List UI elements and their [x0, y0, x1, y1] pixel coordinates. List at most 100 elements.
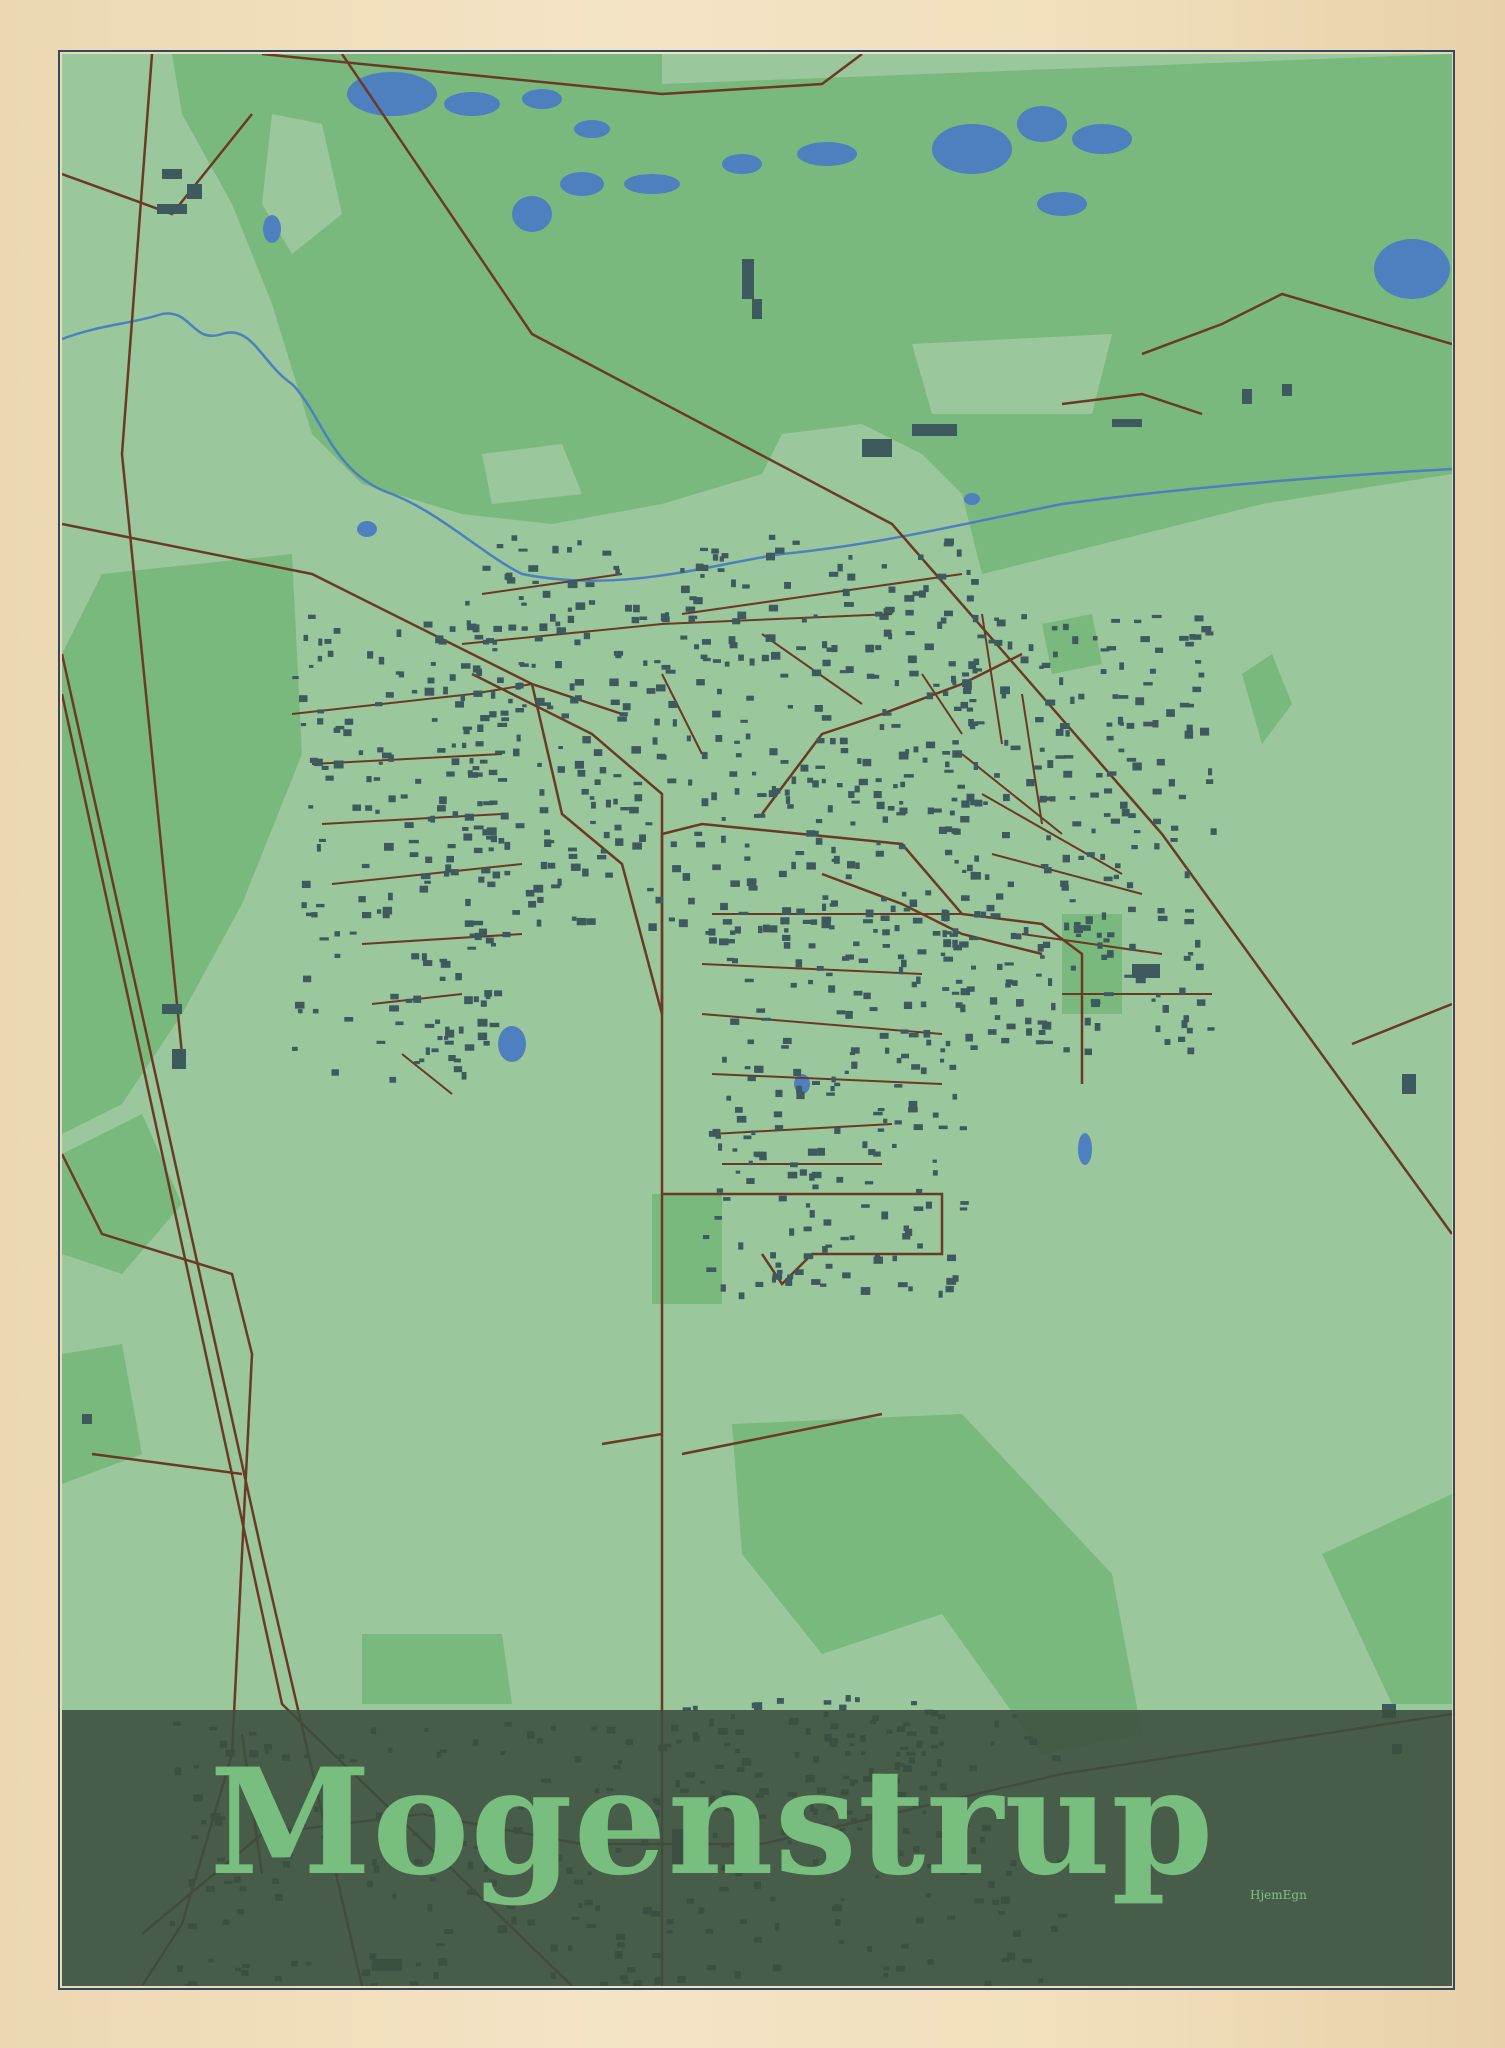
building [714, 1216, 722, 1220]
building [1132, 762, 1142, 771]
building [897, 954, 905, 960]
building [1189, 634, 1196, 640]
building [803, 1226, 812, 1232]
building [1004, 739, 1009, 746]
building [646, 688, 656, 694]
building [811, 1279, 821, 1285]
building [574, 639, 581, 646]
building [308, 614, 316, 619]
building [1195, 963, 1204, 971]
building [1157, 915, 1168, 922]
building [385, 692, 394, 698]
building [472, 665, 481, 673]
building [932, 1112, 939, 1118]
building [1004, 962, 1014, 966]
building [854, 785, 860, 793]
building [817, 1147, 825, 1156]
building [1179, 635, 1189, 641]
building [493, 625, 502, 632]
building [455, 701, 464, 708]
building [908, 1286, 913, 1292]
building [1072, 636, 1079, 645]
building [1113, 874, 1119, 880]
building [439, 796, 447, 805]
building [639, 834, 646, 842]
building [439, 958, 448, 963]
building [920, 1001, 927, 1008]
building [681, 585, 690, 594]
building [916, 1188, 923, 1194]
building [719, 556, 724, 562]
building [1051, 626, 1058, 631]
building [1185, 641, 1194, 647]
building [822, 903, 827, 911]
building [898, 844, 906, 850]
building [518, 548, 528, 552]
building [801, 618, 807, 623]
building [1055, 755, 1065, 759]
building [694, 831, 703, 836]
building [720, 902, 728, 911]
building [952, 750, 963, 758]
building [1106, 773, 1111, 777]
building [726, 957, 734, 962]
building [629, 806, 639, 814]
building [1196, 999, 1206, 1006]
building [511, 535, 518, 541]
building [996, 619, 1006, 627]
building [1096, 932, 1102, 938]
building [420, 873, 431, 880]
building [997, 963, 1003, 970]
building [571, 916, 577, 921]
building [775, 547, 785, 554]
building [497, 722, 508, 727]
building [876, 841, 881, 846]
building [460, 694, 465, 702]
building [848, 555, 853, 560]
building [1042, 941, 1051, 948]
building [947, 1254, 956, 1262]
building [813, 614, 818, 618]
building [536, 697, 545, 706]
building [720, 1284, 726, 1292]
building [785, 1278, 793, 1286]
building [807, 777, 814, 783]
building [1121, 809, 1130, 817]
building [860, 1287, 871, 1295]
building [667, 778, 677, 784]
building [1184, 919, 1194, 925]
building [787, 705, 793, 709]
building [655, 896, 664, 904]
building [830, 738, 836, 745]
building [660, 613, 670, 622]
building [796, 1091, 805, 1100]
building [898, 966, 904, 975]
building [988, 639, 996, 644]
building [990, 913, 1001, 919]
building [1015, 933, 1022, 940]
building [721, 835, 726, 843]
building [956, 549, 962, 557]
building [738, 911, 749, 915]
building [504, 870, 511, 876]
building [331, 1069, 339, 1076]
building [821, 916, 832, 922]
building [423, 621, 433, 628]
building [858, 958, 868, 963]
building [1126, 722, 1135, 729]
building [1101, 912, 1107, 920]
building [744, 978, 754, 983]
building [951, 675, 956, 683]
building [1164, 1039, 1171, 1045]
building [940, 952, 946, 957]
building [768, 534, 776, 540]
building [784, 789, 790, 796]
building [866, 673, 875, 679]
building [444, 1040, 454, 1045]
building [539, 807, 549, 814]
building [796, 646, 806, 651]
building [1041, 662, 1051, 668]
building [452, 811, 459, 818]
building [986, 904, 995, 912]
building [408, 839, 419, 844]
